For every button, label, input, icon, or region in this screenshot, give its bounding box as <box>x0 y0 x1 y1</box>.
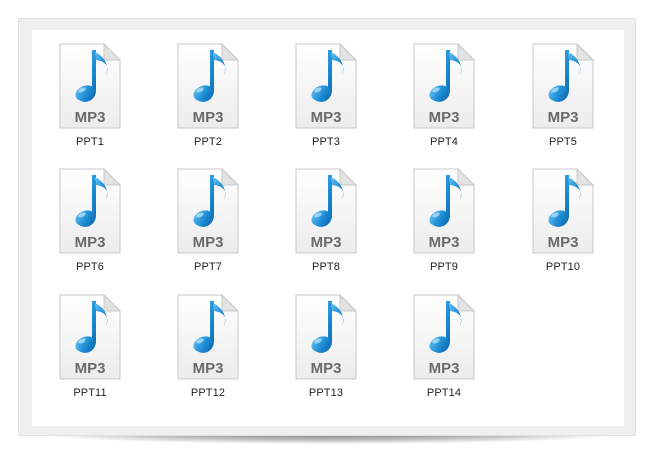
mp3-badge-text: MP3 <box>548 234 579 251</box>
file-item-ppt1[interactable]: MP3 PPT1 <box>40 42 140 160</box>
file-name-label: PPT8 <box>312 261 340 273</box>
file-name-label: PPT1 <box>76 136 104 148</box>
file-grid: MP3 PPT1 MP3 PPT2 MP3 PPT3 MP3 PPT4 MP3 … <box>40 42 630 422</box>
mp3-badge-text: MP3 <box>193 360 224 377</box>
mp3-file-icon: MP3 <box>54 42 126 132</box>
file-item-ppt13[interactable]: MP3 PPT13 <box>276 293 376 411</box>
file-name-label: PPT2 <box>194 136 222 148</box>
mp3-badge-text: MP3 <box>75 360 106 377</box>
file-item-ppt6[interactable]: MP3 PPT6 <box>40 167 140 285</box>
file-item-ppt2[interactable]: MP3 PPT2 <box>158 42 258 160</box>
file-name-label: PPT3 <box>312 136 340 148</box>
mp3-badge-text: MP3 <box>548 109 579 126</box>
file-name-label: PPT7 <box>194 261 222 273</box>
mp3-file-icon: MP3 <box>54 167 126 257</box>
mp3-badge-text: MP3 <box>311 109 342 126</box>
file-name-label: PPT13 <box>308 387 344 399</box>
mp3-badge-text: MP3 <box>311 360 342 377</box>
file-name-label: PPT12 <box>190 387 226 399</box>
file-item-ppt4[interactable]: MP3 PPT4 <box>394 42 494 160</box>
mp3-badge-text: MP3 <box>75 109 106 126</box>
file-name-label: PPT6 <box>76 261 104 273</box>
mp3-file-icon: MP3 <box>290 293 362 383</box>
file-name-label: PPT14 <box>426 387 462 399</box>
mp3-badge-text: MP3 <box>311 234 342 251</box>
screenshot-stage: MP3 PPT1 MP3 PPT2 MP3 PPT3 MP3 PPT4 MP3 … <box>0 0 659 467</box>
file-item-ppt14[interactable]: MP3 PPT14 <box>394 293 494 411</box>
mp3-file-icon: MP3 <box>408 167 480 257</box>
window-frame: MP3 PPT1 MP3 PPT2 MP3 PPT3 MP3 PPT4 MP3 … <box>18 18 636 436</box>
file-item-ppt7[interactable]: MP3 PPT7 <box>158 167 258 285</box>
mp3-file-icon: MP3 <box>290 42 362 132</box>
mp3-file-icon: MP3 <box>408 42 480 132</box>
mp3-file-icon: MP3 <box>172 167 244 257</box>
file-item-ppt12[interactable]: MP3 PPT12 <box>158 293 258 411</box>
file-item-ppt8[interactable]: MP3 PPT8 <box>276 167 376 285</box>
mp3-badge-text: MP3 <box>75 234 106 251</box>
mp3-badge-text: MP3 <box>193 234 224 251</box>
file-view-panel: MP3 PPT1 MP3 PPT2 MP3 PPT3 MP3 PPT4 MP3 … <box>32 30 624 426</box>
mp3-badge-text: MP3 <box>429 234 460 251</box>
mp3-file-icon: MP3 <box>54 293 126 383</box>
file-item-ppt3[interactable]: MP3 PPT3 <box>276 42 376 160</box>
mp3-file-icon: MP3 <box>172 293 244 383</box>
file-name-label: PPT4 <box>430 136 458 148</box>
file-item-ppt11[interactable]: MP3 PPT11 <box>40 293 140 411</box>
file-name-label: PPT9 <box>430 261 458 273</box>
mp3-file-icon: MP3 <box>527 167 599 257</box>
file-name-label: PPT5 <box>549 136 577 148</box>
mp3-badge-text: MP3 <box>429 109 460 126</box>
file-item-ppt5[interactable]: MP3 PPT5 <box>513 42 613 160</box>
mp3-file-icon: MP3 <box>172 42 244 132</box>
mp3-file-icon: MP3 <box>408 293 480 383</box>
file-name-label: PPT11 <box>73 387 107 399</box>
file-item-ppt10[interactable]: MP3 PPT10 <box>513 167 613 285</box>
mp3-file-icon: MP3 <box>290 167 362 257</box>
file-name-label: PPT10 <box>545 261 581 273</box>
mp3-file-icon: MP3 <box>527 42 599 132</box>
file-item-ppt9[interactable]: MP3 PPT9 <box>394 167 494 285</box>
mp3-badge-text: MP3 <box>193 109 224 126</box>
mp3-badge-text: MP3 <box>429 360 460 377</box>
